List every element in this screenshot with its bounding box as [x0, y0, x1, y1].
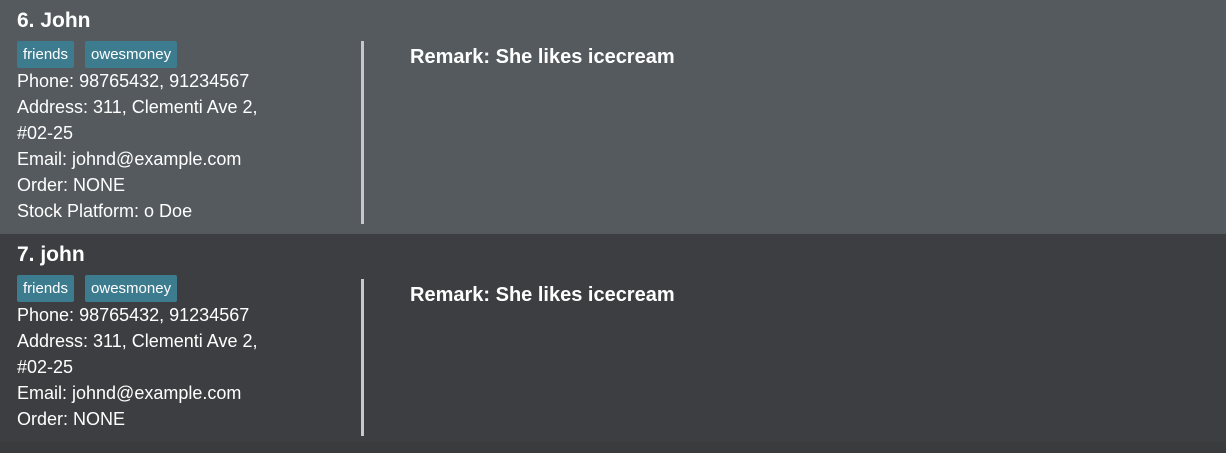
- card-divider: [361, 279, 364, 436]
- address-value-line2: #02-25: [17, 123, 74, 143]
- address-field: Address: 311, Clementi Ave 2,: [17, 328, 357, 354]
- phone-field: Phone: 98765432, 91234567: [17, 302, 357, 328]
- address-value-line2: #02-25: [17, 357, 74, 377]
- order-field: Order: NONE: [17, 406, 357, 432]
- stock-platform-value: o Doe: [144, 201, 193, 221]
- remark-value: She likes icecream: [495, 46, 675, 68]
- email-field: Email: johnd@example.com: [17, 146, 357, 172]
- person-card[interactable]: 7. john friends owesmoney Phone: 98765432…: [0, 234, 1226, 442]
- stock-platform-field: Stock Platform: o Doe: [17, 198, 357, 224]
- order-field: Order: NONE: [17, 172, 357, 198]
- order-label: Order:: [17, 409, 69, 429]
- tag-owesmoney: owesmoney: [85, 41, 178, 68]
- person-name: 7. john: [17, 243, 85, 266]
- email-label: Email:: [17, 149, 68, 169]
- person-details: 7. john friends owesmoney Phone: 98765432…: [17, 242, 357, 432]
- stock-platform-label: Stock Platform:: [17, 201, 140, 221]
- email-field: Email: johnd@example.com: [17, 380, 357, 406]
- order-value: NONE: [73, 175, 126, 195]
- address-value: 311, Clementi Ave 2,: [93, 97, 258, 117]
- phone-label: Phone:: [17, 71, 75, 91]
- person-list[interactable]: 6. John friends owesmoney Phone: 98765432…: [0, 0, 1226, 453]
- phone-field: Phone: 98765432, 91234567: [17, 68, 357, 94]
- tag-list: friends owesmoney: [17, 41, 357, 68]
- order-value: NONE: [73, 409, 126, 429]
- phone-label: Phone:: [17, 305, 75, 325]
- address-field-continued: #02-25: [17, 354, 357, 380]
- address-value: 311, Clementi Ave 2,: [93, 331, 258, 351]
- address-label: Address:: [17, 331, 89, 351]
- order-label: Order:: [17, 175, 69, 195]
- tag-friends: friends: [17, 275, 75, 302]
- address-label: Address:: [17, 97, 89, 117]
- phone-value: 98765432, 91234567: [79, 305, 250, 325]
- phone-value: 98765432, 91234567: [79, 71, 250, 91]
- tag-friends: friends: [17, 41, 75, 68]
- tag-owesmoney: owesmoney: [85, 275, 178, 302]
- address-field: Address: 311, Clementi Ave 2,: [17, 94, 357, 120]
- remark-text: Remark: She likes icecream: [410, 282, 675, 308]
- remark-label: Remark:: [410, 46, 491, 68]
- person-details: 6. John friends owesmoney Phone: 98765432…: [17, 8, 357, 224]
- email-value: johnd@example.com: [72, 149, 242, 169]
- address-field-continued: #02-25: [17, 120, 357, 146]
- email-label: Email:: [17, 383, 68, 403]
- remark-value: She likes icecream: [495, 284, 675, 306]
- email-value: johnd@example.com: [72, 383, 242, 403]
- remark-text: Remark: She likes icecream: [410, 44, 675, 70]
- remark-label: Remark:: [410, 284, 491, 306]
- card-divider: [361, 41, 364, 224]
- person-card[interactable]: 6. John friends owesmoney Phone: 98765432…: [0, 0, 1226, 234]
- tag-list: friends owesmoney: [17, 275, 357, 302]
- person-name: 6. John: [17, 9, 91, 32]
